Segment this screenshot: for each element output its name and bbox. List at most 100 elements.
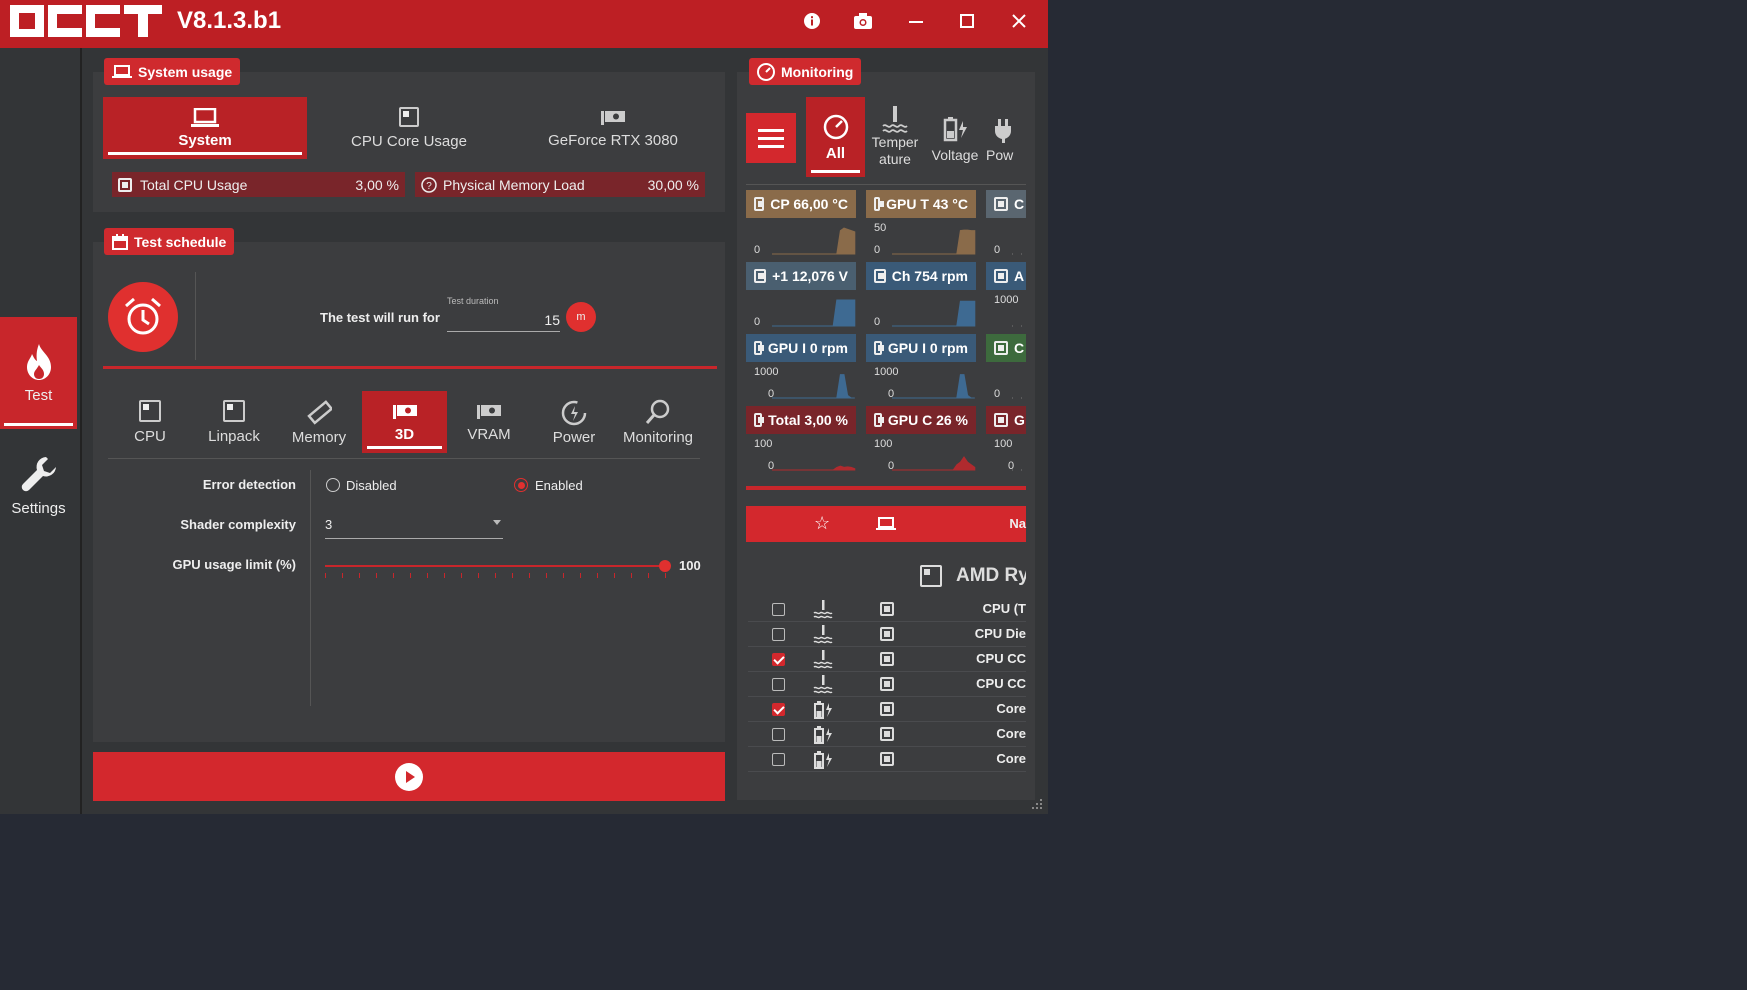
sensor-list-header: ☆ Na bbox=[746, 506, 1026, 542]
monitor-tile[interactable]: GPU T 43 °C 50 0 bbox=[866, 190, 976, 258]
sidebar-item-test[interactable]: Test bbox=[0, 317, 77, 429]
slider-tick bbox=[665, 573, 666, 578]
monitor-tile[interactable]: GPU I 0 rpm 1000 0 bbox=[746, 334, 856, 402]
sensor-checkbox[interactable] bbox=[772, 753, 785, 766]
monitor-tile[interactable]: G 100 0 bbox=[986, 406, 1026, 474]
row-divider bbox=[748, 646, 1026, 647]
row-divider bbox=[748, 671, 1026, 672]
power-cycle-icon bbox=[561, 400, 587, 425]
battery-bolt-icon bbox=[812, 700, 834, 720]
star-icon[interactable]: ☆ bbox=[814, 513, 830, 534]
slider-tick bbox=[648, 573, 649, 578]
hamburger-menu-button[interactable] bbox=[746, 113, 796, 163]
tab-3d[interactable]: 3D bbox=[362, 391, 447, 453]
sensor-checkbox[interactable] bbox=[772, 628, 785, 641]
slider-tick bbox=[512, 573, 513, 578]
tab-power[interactable]: Power bbox=[532, 391, 616, 453]
sparkline bbox=[892, 456, 976, 471]
sensor-icon bbox=[754, 269, 767, 283]
monitor-tile[interactable]: GPU C 26 % 100 0 bbox=[866, 406, 976, 474]
cpu-icon bbox=[399, 106, 419, 127]
occt-logo bbox=[10, 2, 162, 40]
monitor-tile[interactable]: C0 bbox=[986, 190, 1026, 258]
tab-gpu[interactable]: GeForce RTX 3080 bbox=[511, 97, 715, 159]
gpu-icon bbox=[601, 110, 625, 125]
duration-unit-button[interactable]: m bbox=[566, 302, 596, 332]
sparkline bbox=[772, 299, 856, 327]
cpu-icon bbox=[880, 652, 894, 666]
slider-tick bbox=[478, 573, 479, 578]
slider-tick bbox=[325, 573, 326, 578]
sparkline bbox=[892, 229, 976, 255]
monitor-tile-title: GPU T 43 °C bbox=[886, 196, 968, 212]
cpu-icon bbox=[880, 727, 894, 741]
monitor-tile[interactable]: Ch 754 rpm 0 bbox=[866, 262, 976, 330]
sparkline bbox=[772, 465, 856, 471]
sidebar-item-settings[interactable]: Settings bbox=[0, 429, 77, 541]
radio-disabled[interactable] bbox=[326, 478, 340, 492]
tab-monitoring[interactable]: Monitoring bbox=[616, 391, 700, 453]
tab-system[interactable]: System bbox=[103, 97, 307, 159]
sensor-checkbox[interactable] bbox=[772, 653, 785, 666]
resize-grip-icon[interactable] bbox=[1031, 798, 1043, 810]
gpu-limit-slider-track[interactable] bbox=[325, 565, 665, 567]
filter-temperature[interactable]: Temper ature bbox=[866, 100, 924, 172]
duration-label: Test duration bbox=[447, 296, 499, 306]
sparkline bbox=[1012, 469, 1026, 471]
monitor-tile-header: CP 66,00 °C bbox=[746, 190, 856, 218]
sensor-checkbox[interactable] bbox=[772, 728, 785, 741]
gpu-icon bbox=[477, 404, 501, 419]
version-label: V8.1.3.b1 bbox=[177, 7, 282, 34]
duration-input[interactable]: 15 bbox=[447, 308, 560, 332]
sparkline bbox=[772, 374, 856, 399]
radio-enabled[interactable] bbox=[514, 478, 528, 492]
thermometer-icon bbox=[812, 650, 834, 670]
laptop-icon[interactable] bbox=[876, 517, 896, 531]
sensor-icon bbox=[874, 413, 884, 427]
monitor-tile-header: +1 12,076 V bbox=[746, 262, 856, 290]
monitor-tile-header: Total 3,00 % bbox=[746, 406, 856, 434]
tab-vram[interactable]: VRAM bbox=[447, 391, 531, 453]
monitor-tile[interactable]: CP 66,00 °C 0 bbox=[746, 190, 856, 258]
sensor-checkbox[interactable] bbox=[772, 703, 785, 716]
filter-power[interactable]: Pow bbox=[986, 108, 1026, 170]
close-button[interactable] bbox=[1004, 8, 1034, 34]
divider bbox=[195, 272, 196, 360]
gauge-icon bbox=[823, 114, 848, 139]
sparkline bbox=[892, 300, 976, 327]
sensor-checkbox[interactable] bbox=[772, 603, 785, 616]
sensor-icon bbox=[754, 341, 764, 355]
shader-complexity-select[interactable]: 3 bbox=[325, 511, 503, 539]
total-cpu-usage-stat: Total CPU Usage 3,00 % bbox=[112, 172, 405, 197]
monitor-tile[interactable]: A 1000 bbox=[986, 262, 1026, 330]
sensor-icon bbox=[994, 197, 1008, 211]
schedule-divider bbox=[103, 366, 717, 369]
tab-memory[interactable]: Memory bbox=[277, 391, 361, 453]
sensor-checkbox[interactable] bbox=[772, 678, 785, 691]
gpu-limit-slider-thumb[interactable] bbox=[659, 560, 671, 572]
row-divider bbox=[748, 771, 1026, 772]
monitor-tile[interactable]: GPU I 0 rpm 1000 0 bbox=[866, 334, 976, 402]
monitor-tile[interactable]: C0 bbox=[986, 334, 1026, 402]
tab-linpack[interactable]: Linpack bbox=[192, 391, 276, 453]
sensor-name: CPU Die bbox=[974, 626, 1026, 641]
tab-cpu-core-usage[interactable]: CPU Core Usage bbox=[307, 97, 511, 159]
minimize-button[interactable] bbox=[901, 8, 931, 34]
info-button[interactable] bbox=[797, 8, 827, 34]
slider-tick bbox=[631, 573, 632, 578]
filter-all[interactable]: All bbox=[806, 97, 865, 177]
cpu-icon bbox=[880, 702, 894, 716]
row-divider bbox=[748, 621, 1026, 622]
maximize-button[interactable] bbox=[952, 8, 982, 34]
name-column-header[interactable]: Na bbox=[1009, 516, 1026, 531]
monitor-tile[interactable]: Total 3,00 % 100 0 bbox=[746, 406, 856, 474]
monitor-tile[interactable]: +1 12,076 V0 bbox=[746, 262, 856, 330]
filter-voltage[interactable]: Voltage bbox=[925, 108, 985, 170]
thermometer-icon bbox=[882, 106, 908, 133]
help-circle-icon: ? bbox=[421, 176, 437, 193]
start-test-button[interactable] bbox=[93, 752, 725, 801]
monitor-tile-title: Ch 754 rpm bbox=[891, 268, 968, 284]
monitor-tile-header: GPU I 0 rpm bbox=[866, 334, 976, 362]
tab-cpu[interactable]: CPU bbox=[108, 391, 192, 453]
camera-icon[interactable] bbox=[848, 8, 878, 34]
